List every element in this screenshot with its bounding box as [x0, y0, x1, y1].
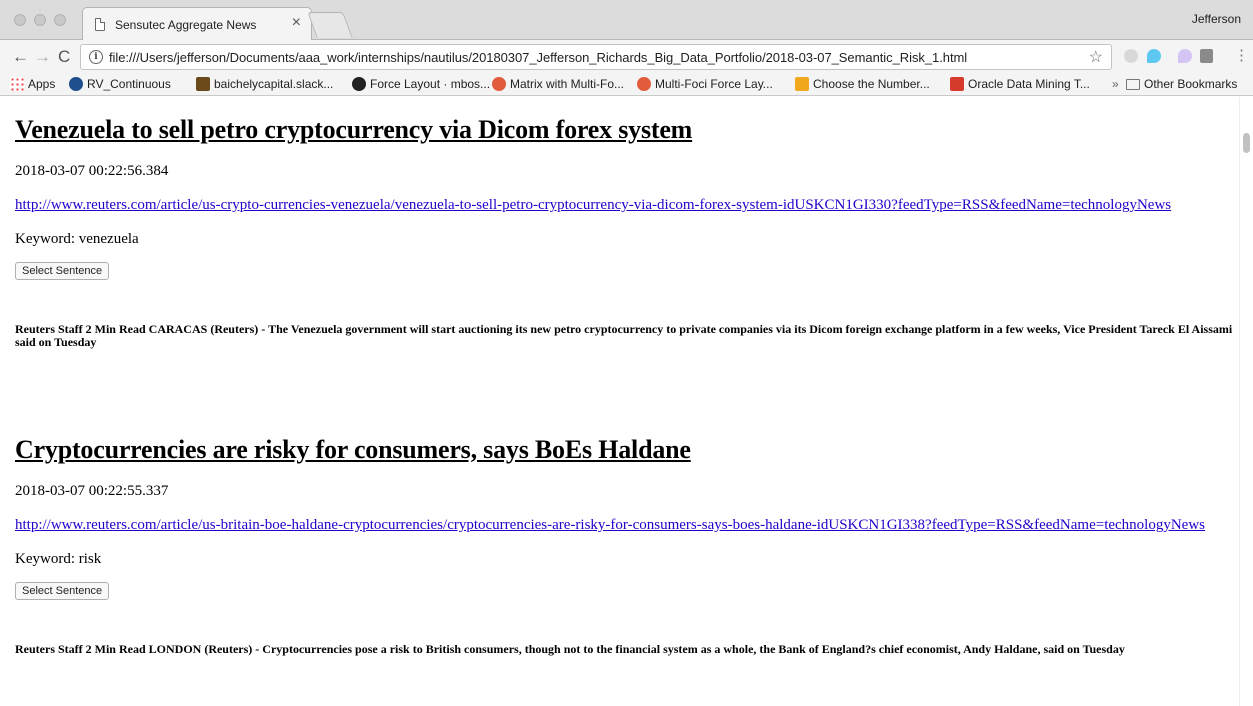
new-tab-button[interactable] [307, 12, 353, 38]
oracle-icon [950, 77, 964, 91]
bookmark-rv-continuous[interactable]: RV_Continuous [69, 77, 171, 91]
apps-icon [10, 77, 24, 91]
reload-button[interactable]: C [58, 47, 70, 67]
other-bookmarks-label: Other Bookmarks [1144, 77, 1238, 91]
bookmark-label: Choose the Number... [813, 77, 930, 91]
news-article: Venezuela to sell petro cryptocurrency v… [15, 97, 1235, 349]
minimize-window-button[interactable] [34, 14, 46, 26]
maximize-window-button[interactable] [54, 14, 66, 26]
chat-extension-icon[interactable] [1147, 49, 1161, 63]
matrix-icon [637, 77, 651, 91]
article-link[interactable]: http://www.reuters.com/article/us-britai… [15, 517, 1225, 534]
tab-active[interactable]: Sensutec Aggregate News × [82, 7, 312, 41]
select-sentence-button[interactable]: Select Sentence [15, 582, 110, 600]
bookmark-label: Multi-Foci Force Lay... [655, 77, 773, 91]
tab-strip: Sensutec Aggregate News × Jefferson [0, 0, 1253, 41]
back-button[interactable]: ← [12, 47, 29, 67]
article-headline: Cryptocurrencies are risky for consumers… [15, 435, 691, 464]
bookmark-label: RV_Continuous [87, 77, 171, 91]
close-window-button[interactable] [14, 14, 26, 26]
bookmark-label: Force Layout · mbos... [370, 77, 491, 91]
chat-extension-icon[interactable] [1178, 49, 1192, 63]
profile-name[interactable]: Jefferson [1192, 12, 1241, 26]
bookmarks-overflow-button[interactable]: » [1112, 77, 1119, 91]
bookmark-label: Matrix with Multi-Fo... [510, 77, 625, 91]
cube-icon [795, 77, 809, 91]
article-keyword: Keyword: venezuela [15, 231, 139, 247]
news-article: Cryptocurrencies are risky for consumers… [15, 417, 1235, 656]
page-icon [95, 18, 105, 31]
extension-icon[interactable] [1124, 49, 1138, 63]
github-icon [352, 77, 366, 91]
rv-icon [69, 77, 83, 91]
close-tab-icon[interactable]: × [292, 15, 301, 31]
bookmark-slack[interactable]: baichelycapital.slack... [196, 77, 333, 91]
film-extension-icon[interactable] [1200, 49, 1213, 63]
forward-button[interactable]: → [34, 47, 51, 67]
matrix-icon [492, 77, 506, 91]
folder-icon [1126, 78, 1140, 90]
bookmark-label: Apps [28, 77, 56, 91]
bookmark-oracle[interactable]: Oracle Data Mining T... [950, 77, 1090, 91]
slack-icon [196, 77, 210, 91]
bookmark-star-icon[interactable]: ☆ [1089, 47, 1103, 67]
window-controls [14, 14, 66, 26]
page-content: Venezuela to sell petro cryptocurrency v… [0, 97, 1239, 706]
tab-title: Sensutec Aggregate News [115, 18, 257, 32]
bookmark-force-layout[interactable]: Force Layout · mbos... [352, 77, 490, 91]
bookmark-label: baichelycapital.slack... [214, 77, 334, 91]
bookmark-apps[interactable]: Apps [10, 77, 55, 91]
vertical-scrollbar[interactable] [1239, 97, 1253, 706]
article-timestamp: 2018-03-07 00:22:55.337 [15, 483, 169, 499]
address-bar[interactable]: i file:///Users/jefferson/Documents/aaa_… [80, 44, 1112, 70]
toolbar: ← → C i file:///Users/jefferson/Document… [0, 40, 1253, 74]
article-keyword: Keyword: risk [15, 551, 102, 567]
article-link[interactable]: http://www.reuters.com/article/us-crypto… [15, 197, 1225, 214]
article-summary: Reuters Staff 2 Min Read CARACAS (Reuter… [15, 322, 1233, 349]
scrollbar-thumb[interactable] [1243, 133, 1250, 153]
menu-icon[interactable]: ⋮ [1234, 46, 1249, 66]
select-sentence-button[interactable]: Select Sentence [15, 262, 110, 280]
bookmark-choose-number[interactable]: Choose the Number... [795, 77, 930, 91]
article-headline: Venezuela to sell petro cryptocurrency v… [15, 115, 693, 144]
info-icon[interactable]: i [89, 50, 103, 64]
url-text[interactable]: file:///Users/jefferson/Documents/aaa_wo… [109, 50, 967, 65]
bookmark-label: Oracle Data Mining T... [968, 77, 1090, 91]
article-summary: Reuters Staff 2 Min Read LONDON (Reuters… [15, 642, 1125, 656]
bookmarks-bar: Apps RV_Continuous baichelycapital.slack… [0, 74, 1253, 96]
other-bookmarks[interactable]: Other Bookmarks [1126, 77, 1237, 91]
article-timestamp: 2018-03-07 00:22:56.384 [15, 163, 169, 179]
bookmark-multi-foci[interactable]: Multi-Foci Force Lay... [637, 77, 773, 91]
bookmark-matrix[interactable]: Matrix with Multi-Fo... [492, 77, 624, 91]
